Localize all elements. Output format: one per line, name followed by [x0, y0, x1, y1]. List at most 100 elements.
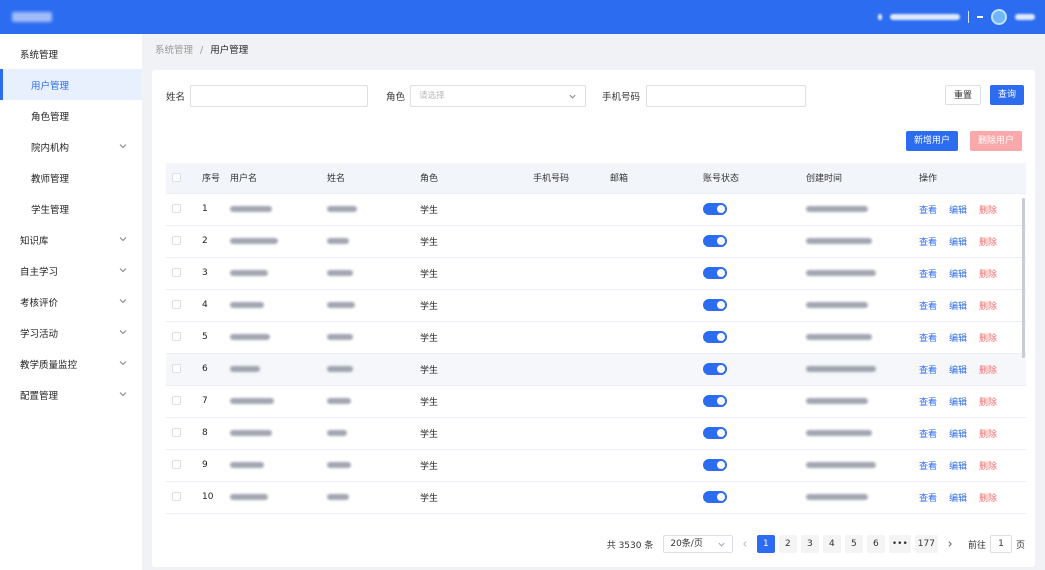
- sidebar-item-system[interactable]: 系统管理: [0, 38, 142, 69]
- edit-button[interactable]: 编辑: [949, 299, 967, 312]
- row-checkbox[interactable]: [172, 396, 181, 405]
- status-toggle[interactable]: [703, 395, 727, 407]
- row-checkbox[interactable]: [172, 300, 181, 309]
- sidebar-item-config[interactable]: 配置管理: [0, 379, 142, 410]
- view-button[interactable]: 查看: [919, 395, 937, 408]
- sidebar-item-self-study[interactable]: 自主学习: [0, 255, 142, 286]
- page-4[interactable]: 4: [822, 535, 841, 553]
- row-checkbox[interactable]: [172, 428, 181, 437]
- status-toggle[interactable]: [703, 459, 727, 471]
- delete-button[interactable]: 删除: [979, 427, 997, 440]
- status-toggle[interactable]: [703, 267, 727, 279]
- breadcrumb-parent[interactable]: 系统管理: [155, 45, 193, 56]
- table-scrollbar[interactable]: [1022, 198, 1025, 358]
- edit-button[interactable]: 编辑: [949, 235, 967, 248]
- view-button[interactable]: 查看: [919, 459, 937, 472]
- row-checkbox[interactable]: [172, 204, 181, 213]
- row-checkbox[interactable]: [172, 492, 181, 501]
- edit-button[interactable]: 编辑: [949, 395, 967, 408]
- row-phone: [527, 385, 604, 418]
- edit-button[interactable]: 编辑: [949, 331, 967, 344]
- row-checkbox[interactable]: [172, 364, 181, 373]
- delete-button[interactable]: 删除: [979, 395, 997, 408]
- select-all-checkbox[interactable]: [172, 172, 181, 182]
- table-row[interactable]: 7 学生 查看 编辑 删除: [166, 385, 1026, 418]
- status-toggle[interactable]: [703, 363, 727, 375]
- username[interactable]: [1015, 14, 1035, 20]
- delete-button[interactable]: 删除: [979, 203, 997, 216]
- table-row[interactable]: 2 学生 查看 编辑 删除: [166, 225, 1026, 258]
- delete-button[interactable]: 删除: [979, 267, 997, 280]
- next-page-button[interactable]: [942, 535, 958, 553]
- add-user-button[interactable]: 新增用户: [906, 131, 959, 151]
- table-row[interactable]: 4 学生 查看 编辑 删除: [166, 289, 1026, 322]
- edit-button[interactable]: 编辑: [949, 267, 967, 280]
- delete-user-button[interactable]: 删除用户: [970, 131, 1023, 151]
- sidebar-item-knowledge[interactable]: 知识库: [0, 224, 142, 255]
- role-select[interactable]: 请选择: [410, 85, 586, 107]
- edit-button[interactable]: 编辑: [949, 203, 967, 216]
- page-3[interactable]: 3: [800, 535, 819, 553]
- minimize-icon[interactable]: [977, 16, 983, 18]
- table-row[interactable]: 3 学生 查看 编辑 删除: [166, 257, 1026, 290]
- edit-button[interactable]: 编辑: [949, 427, 967, 440]
- sidebar-item-assessment[interactable]: 考核评价: [0, 286, 142, 317]
- edit-button[interactable]: 编辑: [949, 459, 967, 472]
- redacted-text: [806, 301, 868, 308]
- reset-button[interactable]: 重置: [945, 85, 982, 105]
- status-toggle[interactable]: [703, 235, 727, 247]
- status-toggle[interactable]: [703, 427, 727, 439]
- view-button[interactable]: 查看: [919, 235, 937, 248]
- page-6[interactable]: 6: [866, 535, 885, 553]
- view-button[interactable]: 查看: [919, 331, 937, 344]
- table-row[interactable]: 10 学生 查看 编辑 删除: [166, 481, 1026, 514]
- view-button[interactable]: 查看: [919, 363, 937, 376]
- sidebar-item-users[interactable]: 用户管理: [0, 69, 142, 100]
- page-2[interactable]: 2: [778, 535, 797, 553]
- status-toggle[interactable]: [703, 331, 727, 343]
- table-row[interactable]: 8 学生 查看 编辑 删除: [166, 417, 1026, 450]
- delete-button[interactable]: 删除: [979, 491, 997, 504]
- page-5[interactable]: 5: [844, 535, 863, 553]
- table-row[interactable]: 1 学生 查看 编辑 删除: [166, 193, 1026, 226]
- page-1[interactable]: 1: [756, 535, 775, 553]
- sidebar-item-quality[interactable]: 教学质量监控: [0, 348, 142, 379]
- prev-page-button[interactable]: [737, 535, 753, 553]
- view-button[interactable]: 查看: [919, 491, 937, 504]
- edit-button[interactable]: 编辑: [949, 491, 967, 504]
- page-ellipsis[interactable]: •••: [888, 535, 911, 553]
- name-input[interactable]: [190, 85, 368, 107]
- table-row[interactable]: 5 学生 查看 编辑 删除: [166, 321, 1026, 354]
- table-row[interactable]: 6 学生 查看 编辑 删除: [166, 353, 1026, 386]
- row-checkbox[interactable]: [172, 332, 181, 341]
- sidebar-item-students[interactable]: 学生管理: [0, 193, 142, 224]
- view-button[interactable]: 查看: [919, 203, 937, 216]
- goto-page-input[interactable]: 1: [989, 535, 1012, 553]
- avatar[interactable]: [991, 9, 1007, 25]
- top-bar-user-info[interactable]: [890, 14, 960, 20]
- status-toggle[interactable]: [703, 299, 727, 311]
- delete-button[interactable]: 删除: [979, 331, 997, 344]
- view-button[interactable]: 查看: [919, 267, 937, 280]
- table-row[interactable]: 9 学生 查看 编辑 删除: [166, 449, 1026, 482]
- row-checkbox[interactable]: [172, 236, 181, 245]
- sidebar-item-teachers[interactable]: 教师管理: [0, 162, 142, 193]
- sidebar-item-activities[interactable]: 学习活动: [0, 317, 142, 348]
- page-size-select[interactable]: 20条/页: [663, 535, 733, 553]
- row-checkbox[interactable]: [172, 460, 181, 469]
- delete-button[interactable]: 删除: [979, 235, 997, 248]
- status-toggle[interactable]: [703, 203, 727, 215]
- row-checkbox[interactable]: [172, 268, 181, 277]
- phone-input[interactable]: [646, 85, 806, 107]
- delete-button[interactable]: 删除: [979, 299, 997, 312]
- delete-button[interactable]: 删除: [979, 363, 997, 376]
- page-last[interactable]: 177: [914, 535, 938, 553]
- status-toggle[interactable]: [703, 491, 727, 503]
- view-button[interactable]: 查看: [919, 299, 937, 312]
- edit-button[interactable]: 编辑: [949, 363, 967, 376]
- sidebar-item-departments[interactable]: 院内机构: [0, 131, 142, 162]
- search-button[interactable]: 查询: [990, 85, 1025, 105]
- delete-button[interactable]: 删除: [979, 459, 997, 472]
- view-button[interactable]: 查看: [919, 427, 937, 440]
- sidebar-item-roles[interactable]: 角色管理: [0, 100, 142, 131]
